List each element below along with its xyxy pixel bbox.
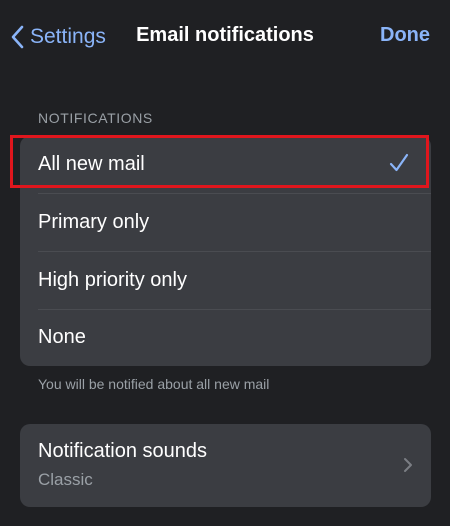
notifications-footnote: You will be notified about all new mail (38, 376, 270, 392)
option-label: None (38, 326, 86, 348)
done-button[interactable]: Done (380, 24, 430, 47)
notifications-section-header: NOTIFICATIONS (38, 110, 153, 126)
navigation-bar: Settings Email notifications Done (0, 0, 450, 72)
notification-sounds-row[interactable]: Notification sounds Classic (20, 424, 431, 507)
chevron-right-icon (403, 457, 413, 478)
notification-sounds-value: Classic (38, 470, 93, 489)
selection-highlight-box (10, 135, 429, 188)
option-high-priority-only[interactable]: High priority only (20, 252, 431, 309)
option-label: Primary only (38, 211, 150, 233)
option-none[interactable]: None (20, 309, 431, 366)
email-notifications-screen: Settings Email notifications Done NOTIFI… (0, 0, 450, 526)
option-primary-only[interactable]: Primary only (20, 194, 431, 251)
option-label: High priority only (38, 269, 187, 291)
notification-sounds-label: Notification sounds (38, 440, 207, 462)
